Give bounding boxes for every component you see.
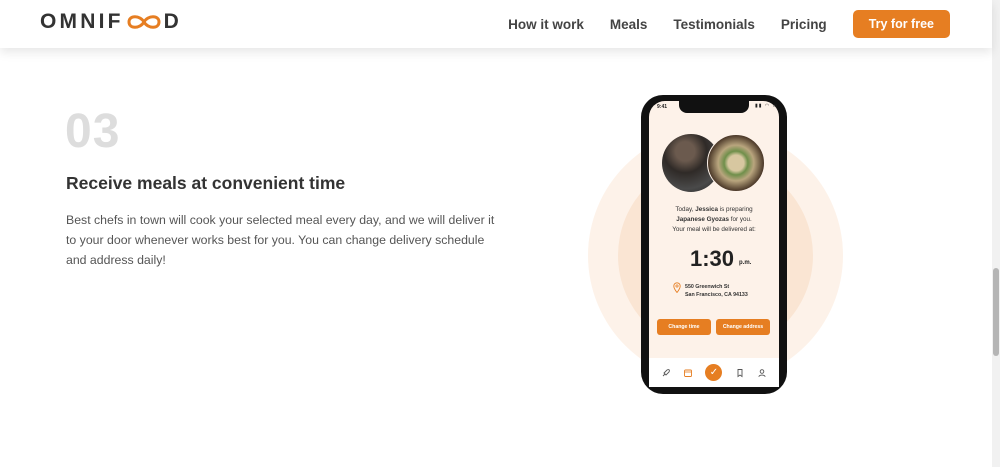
logo-text-left: OMNIF [40,10,124,33]
change-address-button[interactable]: Change address [716,319,770,335]
bookmark-icon[interactable] [735,368,745,378]
message-suffix: for you. [729,216,752,223]
nav-link-pricing[interactable]: Pricing [781,17,827,32]
gyoza-photo [707,134,765,192]
message-name: Jessica [695,206,718,213]
calendar-icon[interactable] [683,368,693,378]
main-nav: How it work Meals Testimonials Pricing T… [508,0,950,48]
delivery-address: 550 Greenwich St San Francisco, CA 94133 [685,283,748,299]
scrollbar-thumb[interactable] [993,268,999,356]
address-line-2: San Francisco, CA 94133 [685,292,748,298]
omnifood-logo[interactable]: OMNIF D [40,10,182,34]
message-line2: Your meal will be delivered at: [672,226,756,233]
status-bar-icons: ▮▮ ◠ ▭ [755,103,779,109]
step-number: 03 [65,105,121,158]
try-for-free-button[interactable]: Try for free [852,10,950,38]
phone-tab-bar: ✓ [649,358,779,387]
nav-link-meals[interactable]: Meals [610,17,648,32]
check-icon[interactable]: ✓ [705,364,723,381]
delivery-period: p.m. [739,260,752,266]
message-mid: is preparing [717,206,753,213]
nav-link-testimonials[interactable]: Testimonials [673,17,755,32]
status-bar-time: 9:41 [657,104,668,110]
message-meal: Japanese Gyozas [676,216,730,223]
step-description: Best chefs in town will cook your select… [66,213,495,267]
nav-link-how-it-works[interactable]: How it work [508,17,584,32]
site-header: OMNIF D How it work Meals Testimonials P… [0,0,992,48]
infinity-icon [127,15,161,29]
delivery-message: Today, Jessica is preparing Japanese Gyo… [651,205,777,235]
user-icon[interactable] [757,368,767,378]
logo-text-right: D [163,10,183,33]
rocket-icon[interactable] [661,368,671,378]
delivery-time: 1:30 [690,246,735,271]
message-prefix: Today, [675,206,696,213]
step-title: Receive meals at convenient time [66,173,346,193]
change-time-button[interactable]: Change time [657,319,711,335]
page-scrollbar[interactable] [992,0,1000,467]
phone-notch [679,101,749,113]
address-line-1: 550 Greenwich St [685,284,730,290]
location-pin-icon [673,282,681,293]
